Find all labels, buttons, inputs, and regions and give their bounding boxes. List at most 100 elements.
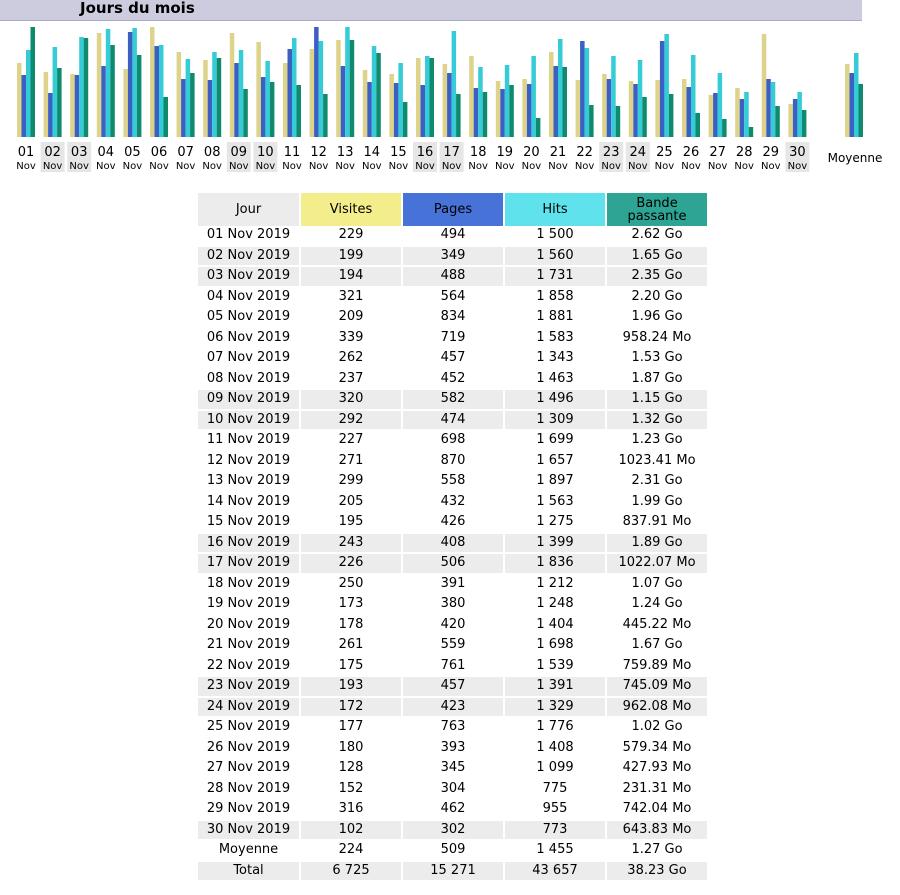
bar-pages-16 (420, 85, 425, 137)
cell-pages: 474 (403, 410, 503, 431)
table-row: 11 Nov 2019 227 698 1 699 1.23 Go (198, 431, 707, 452)
day-label-10: 10 (257, 145, 274, 160)
table-row: 07 Nov 2019 262 457 1 343 1.53 Go (198, 349, 707, 370)
bar-hits-15 (398, 63, 403, 137)
cell-visits: 177 (301, 718, 401, 739)
month-label-14: Nov (362, 161, 382, 172)
cell-visits: 227 (301, 431, 401, 452)
cell-hits: 1 404 (505, 616, 605, 636)
cell-hits: 1 099 (505, 759, 605, 780)
bar-hits-12 (318, 41, 324, 137)
daily-bar-chart: 01Nov02Nov03Nov04Nov05Nov06Nov07Nov08Nov… (16, 27, 882, 172)
month-label-17: Nov (442, 161, 462, 172)
cell-pages: 506 (403, 554, 503, 575)
bar-hits-30 (797, 92, 802, 137)
total-row: Total 6 725 15 271 43 657 38.23 Go (198, 861, 707, 882)
cell-hits: 1 275 (505, 513, 605, 534)
table-row: 27 Nov 2019 128 345 1 099 427.93 Mo (198, 759, 707, 780)
bar-bandwidth-10 (269, 82, 275, 137)
bar-bandwidth-24 (642, 97, 647, 137)
cell-bandwidth: 2.62 Go (607, 226, 707, 247)
table-row: 30 Nov 2019 102 302 773 643.83 Mo (198, 820, 707, 841)
day-label-28: 28 (736, 145, 753, 160)
bar-visits-26 (682, 79, 687, 137)
cell-pages: 304 (403, 780, 503, 800)
month-label-03: Nov (69, 161, 89, 172)
cell-day: 02 Nov 2019 (198, 246, 299, 267)
month-label-22: Nov (575, 161, 595, 172)
bar-pages-09 (234, 63, 239, 137)
cell-hits: 1 881 (505, 308, 605, 329)
table-row: 12 Nov 2019 271 870 1 657 1023.41 Mo (198, 452, 707, 472)
header-hits: Hits (505, 193, 605, 226)
month-label-11: Nov (282, 161, 302, 172)
day-label-01: 01 (18, 145, 35, 160)
bar-bandwidth-11 (296, 85, 301, 137)
day-label-11: 11 (284, 145, 301, 160)
bar-pages-30 (792, 99, 798, 137)
bar-visits-15 (389, 74, 394, 137)
bar-pages-13 (340, 66, 346, 137)
cell-day: 24 Nov 2019 (198, 697, 299, 718)
cell-bandwidth: 1.87 Go (607, 370, 707, 390)
cell-visits: 180 (301, 739, 401, 759)
bar-pages-29 (766, 79, 771, 137)
cell-day: 30 Nov 2019 (198, 820, 299, 841)
cell-day: Moyenne (198, 841, 299, 862)
cell-bandwidth: 1.65 Go (607, 246, 707, 267)
cell-hits: 43 657 (505, 861, 605, 882)
cell-visits: 243 (301, 533, 401, 554)
bar-hits-14 (371, 46, 377, 137)
cell-pages: 457 (403, 349, 503, 370)
cell-hits: 1 539 (505, 657, 605, 677)
cell-pages: 763 (403, 718, 503, 739)
cell-bandwidth: 1.23 Go (607, 431, 707, 452)
cell-day: 01 Nov 2019 (198, 226, 299, 247)
cell-hits: 1 496 (505, 390, 605, 411)
day-label-14: 14 (364, 145, 381, 160)
cell-day: 23 Nov 2019 (198, 677, 299, 698)
cell-hits: 955 (505, 800, 605, 821)
bar-visits-24 (628, 81, 634, 137)
cell-day: 07 Nov 2019 (198, 349, 299, 370)
bar-visits-12 (309, 49, 315, 137)
cell-hits: 1 897 (505, 472, 605, 493)
cell-bandwidth: 1.07 Go (607, 575, 707, 595)
section-header: Jours du mois (0, 0, 862, 21)
bar-bandwidth-27 (722, 119, 727, 137)
cell-hits: 1 212 (505, 575, 605, 595)
day-label-20: 20 (523, 145, 540, 160)
day-label-30: 30 (789, 145, 806, 160)
cell-pages: 494 (403, 226, 503, 247)
cell-pages: 420 (403, 616, 503, 636)
day-label-15: 15 (390, 145, 407, 160)
bar-visits-09 (229, 33, 235, 137)
bar-visits-05 (123, 69, 128, 137)
cell-pages: 345 (403, 759, 503, 780)
cell-pages: 393 (403, 739, 503, 759)
cell-bandwidth: 427.93 Mo (607, 759, 707, 780)
cell-visits: 199 (301, 246, 401, 267)
day-label-27: 27 (709, 145, 726, 160)
bar-pages-26 (686, 87, 691, 137)
cell-day: 26 Nov 2019 (198, 739, 299, 759)
bar-hits-05 (132, 28, 137, 137)
bar-hits-08 (212, 52, 217, 137)
cell-visits: 339 (301, 329, 401, 349)
cell-bandwidth: 1.24 Go (607, 595, 707, 616)
cell-bandwidth: 2.35 Go (607, 267, 707, 288)
bar-bandwidth-01 (30, 27, 35, 137)
cell-day: 12 Nov 2019 (198, 452, 299, 472)
header-bandwidth: Bande passante (607, 193, 707, 226)
bar-bandwidth-30 (801, 110, 807, 137)
cell-bandwidth: 2.20 Go (607, 288, 707, 308)
cell-bandwidth: 1.89 Go (607, 533, 707, 554)
bar-bandwidth-03 (83, 38, 89, 137)
bar-visits-28 (735, 88, 740, 137)
bar-pages-24 (633, 84, 638, 137)
day-label-04: 04 (98, 145, 115, 160)
bar-bandwidth-07 (190, 73, 195, 137)
cell-pages: 408 (403, 533, 503, 554)
cell-pages: 488 (403, 267, 503, 288)
bar-bandwidth-14 (376, 53, 381, 137)
